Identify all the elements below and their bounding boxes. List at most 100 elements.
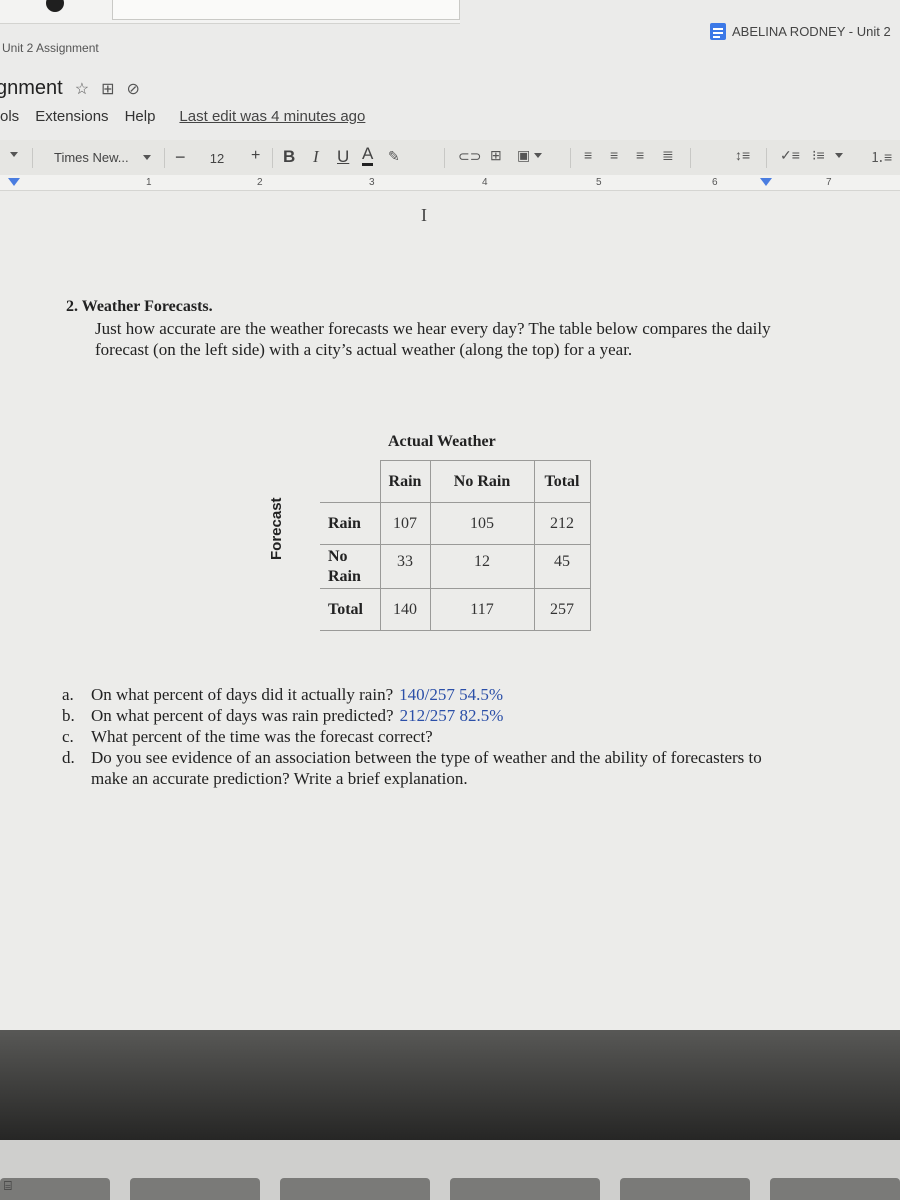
menu-tools[interactable]: ols — [0, 108, 19, 125]
insert-image-icon: ▣ — [517, 147, 531, 163]
keyboard-key — [620, 1178, 750, 1200]
bulleted-list-icon: ⁝≡ — [812, 147, 825, 163]
formatting-toolbar: Times New... − 12 + B I U A ✎ ⊂⊃ ⊞ ▣ ≡ ≡… — [0, 143, 900, 173]
divider — [272, 148, 273, 168]
account-name: ABELINA RODNEY - Unit 2 — [732, 24, 891, 39]
align-justify-button[interactable]: ≣ — [662, 147, 674, 164]
tab-strip — [0, 0, 460, 24]
text-color-button[interactable]: A — [362, 145, 374, 166]
question-item: b. On what percent of days was rain pred… — [62, 705, 782, 726]
window-title: Unit 2 Assignment — [2, 41, 99, 55]
question-prompt: On what percent of days was rain predict… — [91, 706, 394, 725]
docs-icon — [710, 23, 726, 40]
horizontal-ruler[interactable]: 1 2 3 4 5 6 7 — [0, 175, 900, 191]
table-row: Total 140 117 257 — [320, 588, 591, 631]
table-cell: 117 — [429, 588, 535, 631]
chevron-down-icon — [834, 153, 843, 158]
chevron-down-icon — [534, 153, 543, 158]
keyboard-key-icon: ⌸ — [4, 1178, 12, 1193]
font-family-select[interactable]: Times New... — [54, 150, 151, 165]
align-left-button[interactable]: ≡ — [584, 147, 592, 163]
row-header: Rain — [320, 502, 381, 545]
question-title: 2. Weather Forecasts. — [66, 298, 213, 315]
browser-tab[interactable] — [112, 0, 460, 20]
align-right-icon: ≡ — [636, 147, 645, 163]
question-text: On what percent of days did it actually … — [91, 684, 503, 705]
document-title[interactable]: gnment — [0, 77, 63, 100]
underline-button[interactable]: U — [337, 147, 349, 167]
left-indent-marker[interactable] — [8, 178, 20, 186]
last-edit-link[interactable]: Last edit was 4 minutes ago — [179, 108, 365, 125]
col-header: No Rain — [429, 460, 535, 503]
menu-bar: ols Extensions Help Last edit was 4 minu… — [0, 108, 365, 125]
account-label[interactable]: ABELINA RODNEY - Unit 2 — [710, 23, 891, 40]
decrease-font-size-button[interactable]: − — [175, 147, 186, 168]
table-row: Rain 107 105 212 — [320, 502, 591, 545]
table-cell: 105 — [429, 502, 535, 545]
chevron-down-icon — [142, 155, 151, 160]
question-prompt: What percent of the time was the forecas… — [91, 727, 433, 746]
table-header-row: Rain No Rain Total — [320, 460, 591, 503]
table-cell: 257 — [533, 588, 591, 631]
bulleted-list-button[interactable]: ⁝≡ — [812, 147, 843, 164]
divider — [164, 148, 165, 168]
line-spacing-button[interactable]: ↕≡ — [735, 147, 750, 163]
align-left-icon: ≡ — [584, 147, 593, 163]
line-spacing-icon: ↕≡ — [735, 147, 751, 163]
document-title-bar: gnment ☆ ⊞ ⊘ — [0, 77, 140, 100]
right-indent-marker[interactable] — [760, 178, 772, 186]
answer-text[interactable]: 212/257 82.5% — [400, 706, 504, 725]
cloud-status-icon[interactable]: ⊘ — [126, 79, 139, 99]
keyboard-key — [450, 1178, 600, 1200]
question-list: a. On what percent of days did it actual… — [62, 684, 782, 789]
insert-image-button[interactable]: ▣ — [517, 147, 543, 164]
table-caption: Actual Weather — [388, 433, 496, 450]
ruler-number: 5 — [596, 177, 602, 188]
table-row: No Rain 33 12 45 — [320, 544, 591, 589]
numbered-list-button[interactable]: ⒈≡ — [870, 147, 892, 167]
add-comment-button[interactable]: ⊞ — [490, 147, 502, 164]
question-item: a. On what percent of days did it actual… — [62, 684, 782, 705]
align-right-button[interactable]: ≡ — [636, 147, 644, 163]
divider — [570, 148, 571, 168]
table-cell: 140 — [379, 588, 431, 631]
align-center-button[interactable]: ≡ — [610, 147, 618, 163]
menu-help[interactable]: Help — [125, 108, 156, 125]
menu-extensions[interactable]: Extensions — [35, 108, 108, 125]
question-label: d. — [62, 748, 75, 767]
move-to-folder-icon[interactable]: ⊞ — [101, 79, 114, 99]
chevron-down-icon — [10, 152, 18, 157]
question-prompt: Do you see evidence of an association be… — [91, 748, 762, 788]
question-label: c. — [62, 727, 74, 746]
align-center-icon: ≡ — [610, 147, 619, 163]
increase-font-size-button[interactable]: + — [251, 147, 260, 165]
divider — [690, 148, 691, 168]
font-size-input[interactable]: 12 — [198, 146, 236, 170]
col-header: Rain — [379, 460, 431, 503]
screen-bezel-shadow — [0, 1030, 900, 1140]
link-icon: ⊂⊃ — [458, 148, 482, 164]
star-icon[interactable]: ☆ — [75, 79, 89, 99]
numbered-list-icon: ⒈≡ — [870, 149, 893, 165]
table-cell: 107 — [379, 502, 431, 545]
highlight-color-button[interactable]: ✎ — [388, 148, 400, 165]
checklist-icon: ✓≡ — [780, 147, 800, 163]
ruler-number: 1 — [146, 177, 152, 188]
checklist-button[interactable]: ✓≡ — [780, 147, 800, 164]
question-text: On what percent of days was rain predict… — [91, 705, 503, 726]
font-family-value: Times New... — [54, 150, 129, 165]
toolbar-overflow-dropdown[interactable] — [10, 152, 18, 157]
italic-button[interactable]: I — [313, 147, 319, 167]
question-label: b. — [62, 706, 75, 725]
insert-link-button[interactable]: ⊂⊃ — [458, 148, 481, 165]
question-body: Just how accurate are the weather foreca… — [95, 319, 771, 359]
question-label: a. — [62, 685, 74, 704]
table-side-label: Forecast — [268, 497, 285, 560]
keyboard-key — [770, 1178, 900, 1200]
question-prompt: On what percent of days did it actually … — [91, 685, 394, 704]
keyboard-key — [280, 1178, 430, 1200]
answer-text[interactable]: 140/257 54.5% — [399, 685, 503, 704]
row-header: No Rain — [320, 544, 381, 589]
bold-button[interactable]: B — [283, 147, 295, 167]
divider — [32, 148, 33, 168]
